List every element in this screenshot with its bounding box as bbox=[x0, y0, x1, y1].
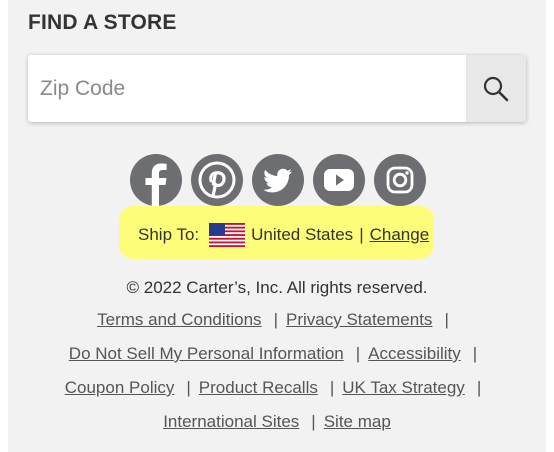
ship-to-label: Ship To: bbox=[138, 225, 200, 244]
link-separator: | bbox=[472, 344, 478, 363]
youtube-icon bbox=[324, 169, 354, 191]
instagram-link[interactable] bbox=[374, 154, 426, 206]
footer-links-row-4: International Sites | Site map bbox=[0, 412, 554, 432]
link-separator: | bbox=[186, 378, 191, 397]
us-flag-icon bbox=[209, 223, 246, 247]
twitter-icon bbox=[263, 168, 292, 193]
twitter-link[interactable] bbox=[252, 154, 304, 206]
magnifier-icon bbox=[483, 76, 509, 101]
zip-code-input[interactable] bbox=[28, 55, 466, 122]
accessibility-link[interactable]: Accessibility bbox=[368, 344, 461, 363]
coupon-policy-link[interactable]: Coupon Policy bbox=[65, 378, 175, 397]
facebook-icon bbox=[145, 163, 167, 206]
link-separator: | bbox=[311, 412, 316, 431]
link-separator: | bbox=[273, 310, 278, 329]
pinterest-icon bbox=[198, 161, 236, 199]
youtube-link[interactable] bbox=[313, 154, 365, 206]
site-map-link[interactable]: Site map bbox=[324, 412, 391, 431]
instagram-icon bbox=[386, 166, 414, 194]
link-separator: | bbox=[476, 378, 482, 397]
copyright-text: © 2022 Carter’s, Inc. All rights reserve… bbox=[126, 278, 428, 297]
social-links bbox=[130, 154, 426, 206]
privacy-link[interactable]: Privacy Statements bbox=[286, 310, 432, 329]
international-sites-link[interactable]: International Sites bbox=[163, 412, 299, 431]
footer-links-row-3: Coupon Policy | Product Recalls | UK Tax Str… bbox=[0, 378, 554, 398]
terms-link[interactable]: Terms and Conditions bbox=[97, 310, 261, 329]
facebook-link[interactable] bbox=[130, 154, 182, 206]
change-country-link[interactable]: Change bbox=[370, 225, 430, 245]
ship-to-separator: | bbox=[359, 225, 364, 244]
pinterest-link[interactable] bbox=[191, 154, 243, 206]
link-separator: | bbox=[444, 310, 449, 329]
link-separator: | bbox=[329, 378, 335, 397]
do-not-sell-link[interactable]: Do Not Sell My Personal Information bbox=[69, 344, 344, 363]
ship-to-row: Ship To: United States | Change bbox=[138, 222, 429, 248]
footer-links-row-2: Do Not Sell My Personal Information | Acce… bbox=[0, 344, 554, 364]
uk-tax-strategy-link[interactable]: UK Tax Strategy bbox=[342, 378, 465, 397]
search-button[interactable] bbox=[466, 55, 526, 122]
find-store-heading: FIND A STORE bbox=[28, 11, 177, 34]
link-separator: | bbox=[355, 344, 361, 363]
store-search-box bbox=[28, 55, 526, 122]
product-recalls-link[interactable]: Product Recalls bbox=[199, 378, 318, 397]
footer-links-row-1: Terms and Conditions | Privacy Statements | bbox=[0, 310, 554, 330]
ship-to-country: United States bbox=[251, 225, 354, 244]
